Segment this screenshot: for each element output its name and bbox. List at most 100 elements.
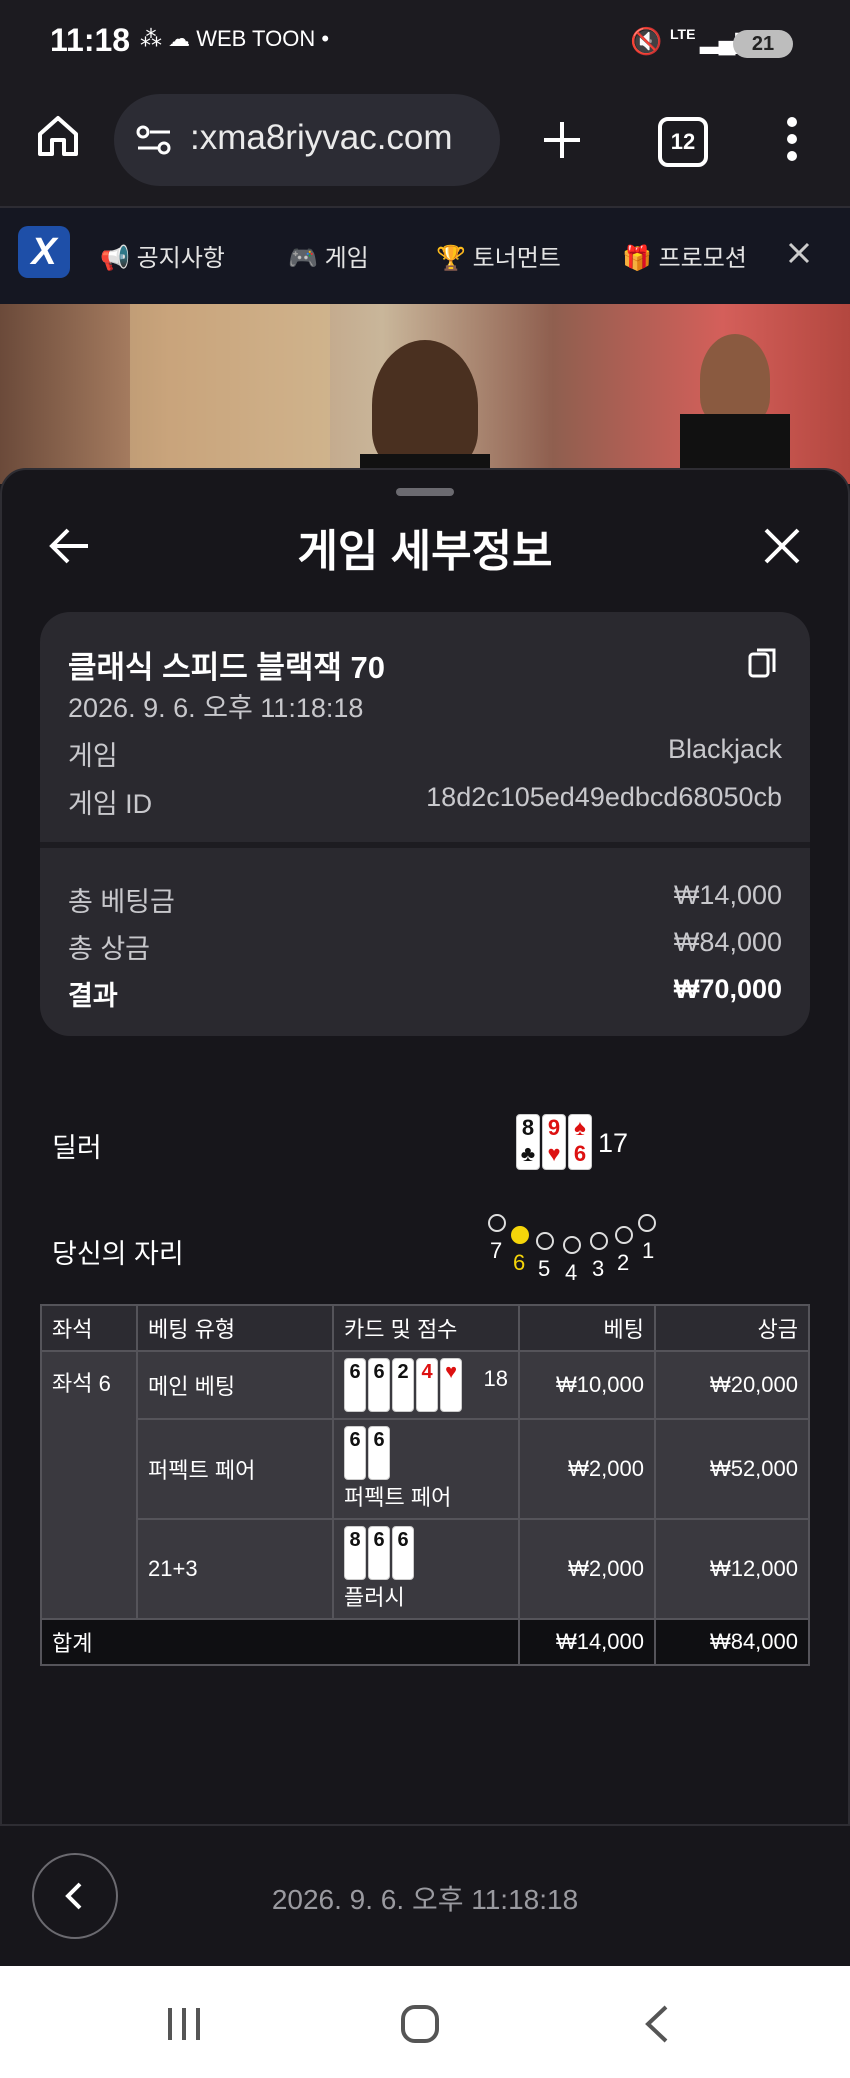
seat-marker (563, 1236, 581, 1254)
col-seat: 좌석 (40, 1304, 138, 1352)
table-row: 좌석 6 메인 베팅 6 6 2 4 ♥ 18 ₩10,000 ₩20,000 (40, 1350, 810, 1620)
url-text[interactable]: :xma8riyvac.com (190, 118, 453, 158)
result-label: 결과 (68, 981, 118, 1011)
home-button-icon[interactable] (400, 2004, 440, 2044)
mute-icon: 🔇 (630, 26, 663, 56)
drag-handle[interactable] (396, 488, 454, 496)
notification-icons: ⁂ ☁ WEB TOON • (140, 26, 330, 51)
bet-amount: ₩2,000 (518, 1418, 656, 1520)
side-bet-result: 플러시 (344, 1585, 405, 1610)
dealer-figure (372, 340, 478, 470)
table-row: 퍼펙트 페어 66 퍼펙트 페어 ₩2,000 ₩52,000 (41, 1418, 810, 1520)
more-menu-icon[interactable] (784, 114, 800, 164)
new-tab-icon[interactable] (540, 118, 584, 162)
summary-divider (40, 842, 810, 848)
playing-card: 6 (344, 1426, 366, 1480)
sheet-title: 게임 세부정보 (297, 527, 553, 576)
status-bar: 11:18 ⁂ ☁ WEB TOON • 🔇 LTE ▂▄▆ 21 (0, 0, 850, 90)
col-cards: 카드 및 점수 (332, 1304, 520, 1352)
trophy-icon: 🏆 (436, 245, 466, 272)
nav-item-promotion[interactable]: 🎁 프로모션 (622, 238, 747, 273)
game-value: Blackjack (667, 734, 782, 764)
seat-marker-active (511, 1226, 529, 1244)
game-id-value: 18d2c105ed49edbcd68050cb (426, 782, 782, 812)
playing-card: 8 ♣ (516, 1114, 540, 1170)
nav-item-games[interactable]: 🎮 게임 (288, 238, 369, 273)
result-value: ₩70,000 (673, 974, 782, 1004)
dealer-score: 17 (598, 1128, 629, 1158)
nav-label: 토너먼트 (472, 245, 561, 272)
total-win-label: 총 상금 (68, 934, 151, 964)
card-group: 866 (344, 1526, 416, 1580)
col-bet-type: 베팅 유형 (136, 1304, 334, 1352)
total-win-value: ₩84,000 (673, 927, 782, 957)
site-settings-icon[interactable] (134, 122, 174, 158)
card-suit: ♣ (520, 1141, 536, 1166)
table-total-row: 합계 ₩14,000 ₩84,000 (40, 1618, 810, 1666)
bet-type-cell: 21+3 (136, 1518, 334, 1620)
system-back-icon[interactable] (642, 2004, 672, 2044)
game-name: 클래식 스피드 블랙잭 70 (68, 650, 385, 685)
seat-number: 5 (538, 1256, 551, 1281)
table-header-row: 좌석 베팅 유형 카드 및 점수 베팅 상금 (40, 1304, 810, 1352)
total-bet-label: 총 베팅금 (68, 887, 175, 917)
card-suit: ♠ (574, 1115, 586, 1140)
bet-amount: ₩2,000 (518, 1518, 656, 1620)
bet-type-cell: 퍼펙트 페어 (136, 1418, 334, 1520)
playing-card: 2 (392, 1358, 414, 1412)
game-datetime: 2026. 9. 6. 오후 11:18:18 (68, 693, 364, 723)
close-icon[interactable] (762, 526, 802, 566)
playing-card: 4 (416, 1358, 438, 1412)
win-amount: ₩12,000 (654, 1518, 810, 1620)
nav-label: 프로모션 (658, 245, 747, 272)
seat-cell: 좌석 6 (40, 1350, 138, 1620)
bet-amount: ₩10,000 (518, 1350, 656, 1420)
seat-number: 4 (565, 1260, 578, 1285)
nav-item-notice[interactable]: 📢 공지사항 (100, 238, 225, 273)
game-id-label: 게임 ID (68, 789, 153, 819)
win-amount: ₩20,000 (654, 1350, 810, 1420)
seat-number: 2 (617, 1250, 630, 1275)
seat-marker (488, 1214, 506, 1232)
recent-apps-icon[interactable] (164, 2006, 204, 2042)
card-group: 6 6 2 4 ♥ (344, 1358, 464, 1412)
side-bet-result: 퍼펙트 페어 (344, 1485, 452, 1510)
playing-card: ♠ 6 (568, 1114, 592, 1170)
playing-card: 6 (368, 1526, 390, 1580)
bet-table: 좌석 베팅 유형 카드 및 점수 베팅 상금 좌석 6 메인 베팅 6 6 2 4 ♥ … (40, 1304, 810, 1666)
hand-score: 18 (483, 1366, 508, 1391)
total-bet-value: ₩14,000 (673, 880, 782, 910)
megaphone-icon: 📢 (100, 245, 130, 272)
cards-cell: 6 6 2 4 ♥ 18 (332, 1350, 520, 1420)
site-logo[interactable]: X (18, 226, 70, 278)
playing-card: 9 ♥ (542, 1114, 566, 1170)
card-rank: 6 (573, 1141, 587, 1166)
dealer-label: 딜러 (52, 1133, 102, 1163)
card-group: 66 (344, 1426, 392, 1480)
playing-card: ♥ (440, 1358, 462, 1412)
win-amount: ₩52,000 (654, 1418, 810, 1520)
close-nav-icon[interactable] (788, 242, 810, 264)
lte-indicator: LTE (670, 26, 696, 42)
nav-item-tournament[interactable]: 🏆 토너먼트 (436, 238, 561, 273)
seat-number: 1 (642, 1238, 655, 1263)
tab-switcher-button[interactable]: 12 (658, 117, 708, 167)
gift-icon: 🎁 (622, 245, 652, 272)
playing-card: 6 (344, 1358, 366, 1412)
playing-card: 6 (392, 1526, 414, 1580)
bet-type-cell: 메인 베팅 (136, 1350, 334, 1420)
footer-datetime: 2026. 9. 6. 오후 11:18:18 (271, 1884, 579, 1915)
dealer-cards: 8 ♣9 ♥♠ 6 (516, 1114, 594, 1170)
your-seat-label: 당신의 자리 (52, 1239, 184, 1269)
cards-cell: 66 퍼펙트 페어 (332, 1418, 520, 1520)
playing-card: 8 (344, 1526, 366, 1580)
col-win: 상금 (654, 1304, 810, 1352)
cards-cell: 866 플러시 (332, 1518, 520, 1620)
player-figure (700, 334, 770, 424)
nav-label: 게임 (324, 245, 369, 272)
card-rank: 9 (547, 1115, 561, 1140)
seat-number-active: 6 (513, 1250, 526, 1275)
card-rank: 8 (521, 1115, 535, 1140)
home-icon[interactable] (34, 112, 82, 160)
copy-icon[interactable] (748, 646, 778, 680)
